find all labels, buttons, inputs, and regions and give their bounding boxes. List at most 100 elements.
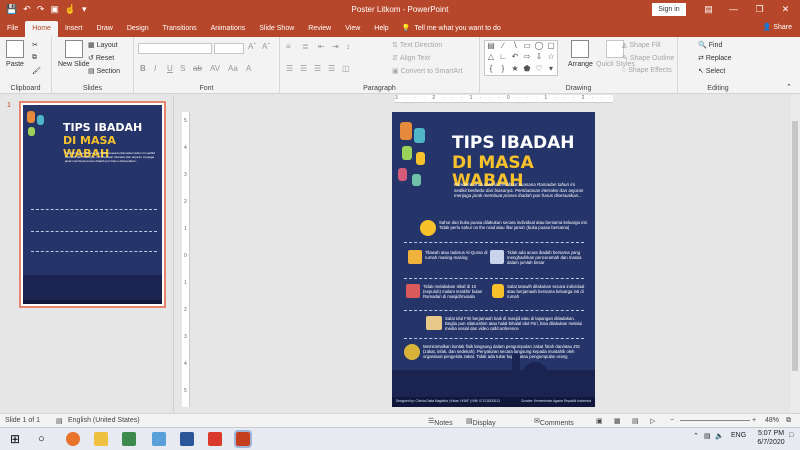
scrollbar-thumb[interactable]: [792, 121, 798, 371]
vertical-scrollbar[interactable]: [790, 95, 800, 413]
zoom-slider[interactable]: [680, 420, 750, 421]
pdf-reader-icon[interactable]: [208, 432, 222, 446]
paste-button[interactable]: Paste: [6, 40, 24, 68]
network-icon[interactable]: ▤: [704, 432, 711, 440]
align-text-button[interactable]: ⇵ Align Text: [392, 54, 430, 63]
language-indicator[interactable]: English (United States): [68, 417, 140, 424]
zoom-out-icon[interactable]: −: [670, 417, 674, 424]
increase-indent-icon[interactable]: ⇥: [332, 42, 339, 51]
brace-right-icon[interactable]: }: [497, 64, 509, 75]
pentagon-icon[interactable]: ⬟: [521, 64, 533, 75]
collapse-ribbon-icon[interactable]: ⌃: [786, 83, 792, 91]
align-center-icon[interactable]: ☰: [300, 64, 307, 73]
shape-outline-button[interactable]: ✎ Shape Outline: [622, 54, 674, 63]
firefox-icon[interactable]: [66, 432, 80, 446]
convert-smartart-button[interactable]: ▣ Convert to SmartArt: [392, 67, 462, 76]
more-shapes-icon[interactable]: ▾: [545, 64, 557, 75]
character-spacing-icon[interactable]: AV: [210, 64, 220, 73]
tab-file[interactable]: File: [0, 21, 25, 37]
bullets-icon[interactable]: ≡: [286, 42, 291, 51]
slide-sorter-icon[interactable]: ▦: [614, 417, 621, 425]
app-icon[interactable]: [152, 432, 166, 446]
format-painter-icon[interactable]: 🖌: [32, 67, 41, 75]
slideshow-start-icon[interactable]: ▣: [50, 4, 59, 15]
cut-icon[interactable]: ✂: [32, 41, 38, 49]
powerpoint-icon[interactable]: [234, 430, 252, 448]
minimize-button[interactable]: —: [721, 0, 746, 19]
shadow-icon[interactable]: S: [180, 64, 185, 73]
save-icon[interactable]: 💾: [6, 4, 17, 15]
reading-view-icon[interactable]: ▤: [632, 417, 639, 425]
tell-me-box[interactable]: 💡 Tell me what you want to do: [402, 21, 501, 37]
display-settings-button[interactable]: ▤ Display Settings: [466, 417, 498, 434]
elbow-connector-icon[interactable]: ∟: [497, 52, 509, 63]
tab-draw[interactable]: Draw: [89, 21, 119, 37]
file-explorer-icon[interactable]: [94, 432, 108, 446]
font-name-combo[interactable]: [138, 43, 212, 54]
line-shape-icon[interactable]: ∕: [497, 41, 509, 52]
tab-transitions[interactable]: Transitions: [156, 21, 204, 37]
tray-chevron-icon[interactable]: ⌃: [693, 432, 699, 440]
underline-icon[interactable]: U: [167, 64, 173, 73]
arrow-down-icon[interactable]: ⇩: [533, 52, 545, 63]
align-right-icon[interactable]: ☰: [314, 64, 321, 73]
spelling-icon[interactable]: ▤: [56, 417, 63, 425]
zoom-in-icon[interactable]: +: [752, 417, 756, 424]
shape-fill-button[interactable]: ◭ Shape Fill: [622, 41, 661, 50]
rectangle-shape-icon[interactable]: ▭: [521, 41, 533, 52]
find-button[interactable]: 🔍 Find: [698, 41, 722, 50]
triangle-shape-icon[interactable]: △: [485, 52, 497, 63]
reset-button[interactable]: ↺ Reset: [88, 54, 114, 63]
tab-insert[interactable]: Insert: [58, 21, 90, 37]
volume-icon[interactable]: 🔈: [715, 432, 724, 440]
heart-icon[interactable]: ♡: [533, 64, 545, 75]
line-shape-2-icon[interactable]: ∖: [509, 41, 521, 52]
decrease-indent-icon[interactable]: ⇤: [318, 42, 325, 51]
notifications-icon[interactable]: □: [789, 432, 793, 439]
star-small-icon[interactable]: ★: [509, 64, 521, 75]
textbox-shape-icon[interactable]: ▤: [485, 41, 497, 52]
align-left-icon[interactable]: ☰: [286, 64, 293, 73]
ribbon-display-options-icon[interactable]: ▤: [696, 0, 721, 19]
rounded-rect-icon[interactable]: ▢: [545, 41, 557, 52]
clock[interactable]: 5:07 PM 6/7/2020: [756, 429, 786, 447]
language-indicator-tray[interactable]: ENG: [731, 432, 746, 439]
app-icon[interactable]: [122, 432, 136, 446]
fit-slide-icon[interactable]: ⧉: [786, 417, 791, 425]
star-shape-icon[interactable]: ☆: [545, 52, 557, 63]
qat-customize-icon[interactable]: ▾: [82, 4, 87, 15]
word-icon[interactable]: [180, 432, 194, 446]
tab-help[interactable]: Help: [367, 21, 395, 37]
sign-in-button[interactable]: Sign in: [652, 3, 686, 16]
maximize-button[interactable]: ❐: [747, 0, 772, 19]
bold-icon[interactable]: B: [140, 64, 146, 73]
zoom-level[interactable]: 48%: [765, 417, 779, 424]
close-button[interactable]: ✕: [773, 0, 798, 19]
tab-review[interactable]: Review: [301, 21, 338, 37]
slideshow-view-icon[interactable]: ▷: [650, 417, 655, 425]
notes-button[interactable]: ☰ Notes: [428, 417, 453, 427]
oval-shape-icon[interactable]: ◯: [533, 41, 545, 52]
search-icon[interactable]: ○: [38, 432, 52, 446]
redo-icon[interactable]: ↷: [37, 4, 45, 15]
touch-mode-icon[interactable]: ☝: [65, 4, 76, 15]
strikethrough-icon[interactable]: ab: [193, 64, 202, 73]
undo-icon[interactable]: ↶: [23, 4, 31, 15]
curved-connector-icon[interactable]: ↶: [509, 52, 521, 63]
shapes-gallery[interactable]: ▤ ∕ ∖ ▭ ◯ ▢ △ ∟ ↶ ⇨ ⇩ ☆ {} ★ ⬟ ♡ ▾: [484, 40, 558, 76]
brace-left-icon[interactable]: {: [485, 64, 497, 75]
tab-animations[interactable]: Animations: [204, 21, 253, 37]
arrange-button[interactable]: Arrange: [568, 40, 593, 68]
tab-view[interactable]: View: [338, 21, 367, 37]
tab-slide-show[interactable]: Slide Show: [252, 21, 301, 37]
line-spacing-icon[interactable]: ↕: [346, 42, 350, 51]
change-case-icon[interactable]: Aa: [228, 64, 238, 73]
font-color-icon[interactable]: A: [246, 64, 251, 73]
share-button[interactable]: 👤 Share: [763, 23, 792, 31]
comments-button[interactable]: ✉ Comments: [534, 417, 574, 427]
windows-start-icon[interactable]: ⊞: [10, 432, 24, 446]
font-size-combo[interactable]: [214, 43, 244, 54]
shape-effects-button[interactable]: ○ Shape Effects: [622, 67, 672, 74]
text-direction-button[interactable]: ⇅ Text Direction: [392, 41, 442, 50]
layout-button[interactable]: ▦ Layout: [88, 41, 118, 50]
